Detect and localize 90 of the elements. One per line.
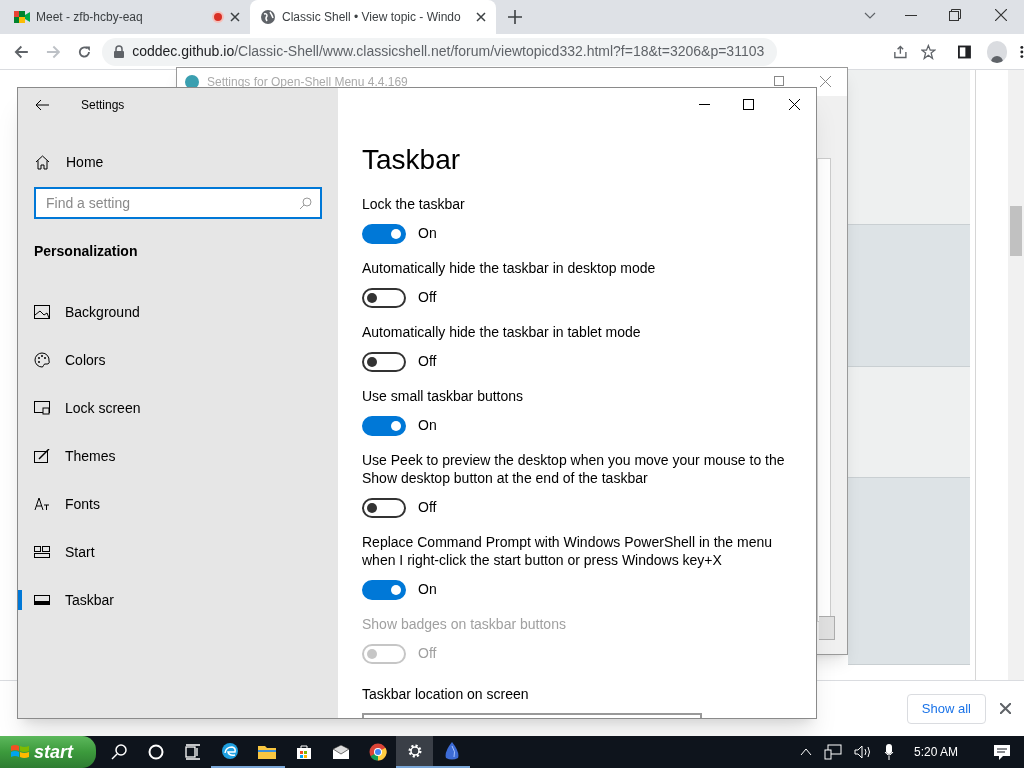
shopping-bag-icon[interactable] bbox=[295, 744, 312, 760]
profile-avatar[interactable] bbox=[987, 40, 1008, 63]
setting-label: Automatically hide the taskbar in tablet mode bbox=[362, 323, 642, 341]
toggle-switch[interactable] bbox=[362, 579, 406, 600]
toggle-switch[interactable] bbox=[362, 287, 406, 308]
chevron-down-icon[interactable] bbox=[864, 12, 876, 20]
close-icon[interactable] bbox=[995, 9, 1007, 21]
home-icon bbox=[35, 154, 50, 170]
palette-icon bbox=[34, 352, 50, 368]
close-icon[interactable] bbox=[476, 12, 486, 22]
home-link[interactable]: Home bbox=[18, 142, 338, 182]
toggle-state: On bbox=[418, 224, 437, 243]
browser-tab[interactable]: Classic Shell • View topic - Windo bbox=[250, 0, 496, 34]
taskbar-icon bbox=[34, 595, 50, 605]
tab-title: Classic Shell • View topic - Windo bbox=[282, 9, 462, 26]
video-call-icon bbox=[14, 10, 30, 24]
close-icon[interactable] bbox=[230, 12, 240, 22]
globe-icon bbox=[260, 9, 276, 25]
folder-icon[interactable] bbox=[257, 743, 276, 759]
address-bar[interactable]: coddec.github.io/Classic-Shell/www.classicshell.net/forum/viewtopicd332.html?f=18&t=3206&p=31103 bbox=[102, 37, 777, 66]
network-icon[interactable] bbox=[823, 744, 842, 760]
back-arrow-icon[interactable] bbox=[35, 99, 49, 111]
minimize-icon[interactable] bbox=[905, 15, 917, 17]
nav-item[interactable]: Colors bbox=[18, 336, 338, 384]
star-icon[interactable] bbox=[921, 43, 937, 60]
chevron-up-icon[interactable] bbox=[799, 748, 812, 756]
clock-time[interactable]: 5:20 AM bbox=[913, 743, 958, 761]
nav-item[interactable]: Start bbox=[18, 528, 338, 576]
toggle-state: Off bbox=[418, 288, 437, 307]
browser-icon[interactable] bbox=[220, 742, 239, 760]
toggle-switch[interactable] bbox=[362, 351, 406, 372]
mail-icon[interactable] bbox=[331, 745, 350, 759]
toggle-state: Off bbox=[418, 352, 437, 371]
close-icon[interactable] bbox=[1000, 703, 1011, 714]
nav-item[interactable]: Themes bbox=[18, 432, 338, 480]
notification-icon[interactable] bbox=[994, 744, 1010, 760]
setting-label: Lock the taskbar bbox=[362, 195, 466, 213]
windows-flag-icon bbox=[10, 743, 30, 761]
new-tab-icon[interactable] bbox=[508, 10, 522, 24]
page-title: Taskbar bbox=[362, 143, 462, 177]
toggle-state: Off bbox=[418, 498, 437, 517]
setting-label: Replace Command Prompt with Windows PowerShell in the menu when I right-click the start button or press Windows key+X bbox=[362, 533, 774, 569]
lock-icon bbox=[114, 45, 125, 58]
setting-label: Use Peek to preview the desktop when you move your mouse to the Show desktop button at the end of the taskbar bbox=[362, 451, 786, 487]
setting-label: Show badges on taskbar buttons bbox=[362, 615, 567, 633]
more-menu-icon[interactable] bbox=[1020, 44, 1024, 59]
toggle-state: On bbox=[418, 580, 437, 599]
brush-icon bbox=[34, 449, 50, 463]
setting-label: Automatically hide the taskbar in desktop mode bbox=[362, 259, 657, 277]
window-title: Settings bbox=[81, 97, 125, 114]
microphone-icon[interactable] bbox=[883, 744, 894, 760]
search-icon bbox=[299, 197, 312, 210]
font-icon bbox=[34, 497, 50, 511]
toggle-state: On bbox=[418, 416, 437, 435]
picture-icon bbox=[34, 305, 50, 319]
url-text: coddec.github.io/Classic-Shell/www.classicshell.net/forum/viewtopicd332.html?f=18&t=3206&p=31103 bbox=[132, 42, 765, 61]
selection-indicator bbox=[18, 590, 22, 610]
side-panel-icon[interactable] bbox=[958, 44, 971, 59]
search-icon[interactable] bbox=[110, 744, 127, 760]
window-title: Settings for Open-Shell Menu 4.4.169 bbox=[207, 74, 408, 91]
task-view-icon[interactable] bbox=[184, 744, 201, 760]
search-field[interactable]: Find a setting bbox=[34, 187, 322, 219]
section-heading: Personalization bbox=[34, 242, 139, 261]
show-all-button[interactable]: Show all bbox=[906, 693, 986, 724]
nav-item[interactable]: Lock screen bbox=[18, 384, 338, 432]
share-icon[interactable] bbox=[892, 43, 908, 60]
maximize-icon[interactable] bbox=[743, 99, 754, 110]
nav-item[interactable]: Background bbox=[18, 288, 338, 336]
settings-icon[interactable] bbox=[406, 743, 423, 759]
scrollbar-thumb[interactable] bbox=[1010, 206, 1022, 256]
toggle-switch[interactable] bbox=[362, 223, 406, 244]
nav-item[interactable]: Fonts bbox=[18, 480, 338, 528]
setting-label: Taskbar location on screen bbox=[362, 685, 530, 704]
reload-icon[interactable] bbox=[77, 43, 93, 60]
toggle-state: Off bbox=[418, 644, 437, 663]
restore-icon[interactable] bbox=[949, 9, 961, 21]
speaker-icon[interactable] bbox=[853, 745, 872, 759]
setting-label: Use small taskbar buttons bbox=[362, 387, 525, 405]
circle-icon[interactable] bbox=[147, 744, 164, 760]
toggle-switch[interactable] bbox=[362, 497, 406, 518]
back-arrow-icon[interactable] bbox=[14, 43, 29, 60]
shell-icon[interactable] bbox=[443, 742, 460, 760]
close-icon[interactable] bbox=[789, 99, 800, 110]
start-button[interactable]: start bbox=[0, 736, 96, 768]
grid-icon bbox=[34, 546, 50, 558]
toggle-switch[interactable] bbox=[362, 415, 406, 436]
monitor-icon bbox=[34, 401, 50, 415]
tab-title: Meet - zfb-hcby-eaq bbox=[36, 9, 144, 26]
chrome-icon[interactable] bbox=[368, 743, 387, 761]
scrollbar-track[interactable] bbox=[1008, 70, 1024, 680]
